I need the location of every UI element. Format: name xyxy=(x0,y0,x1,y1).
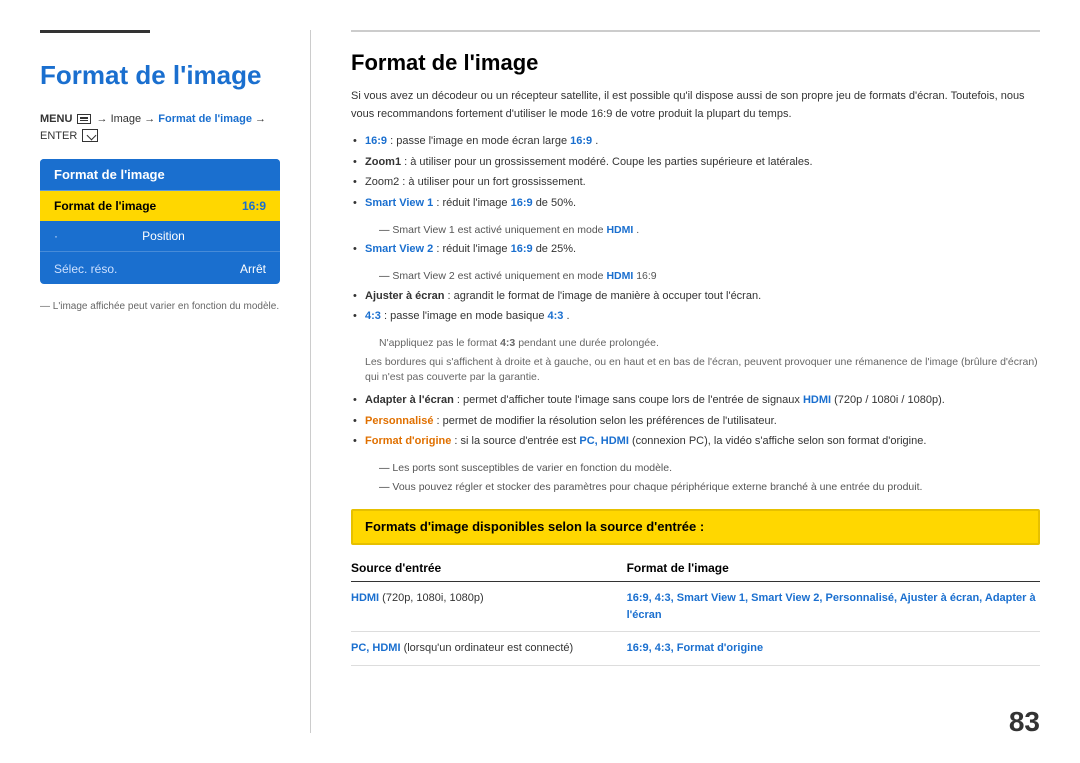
menu-path-highlight: Format de l'image xyxy=(158,113,252,125)
menu-path-menu: MENU xyxy=(40,113,72,125)
bullet-personnalise: Personnalisé : permet de modifier la rés… xyxy=(351,413,1040,431)
bullet-zoom1: Zoom1 : à utiliser pour un grossissement… xyxy=(351,154,1040,172)
tv-menu-item-format-value: 16:9 xyxy=(242,199,266,213)
bullet-ajuster: Ajuster à écran : agrandit le format de … xyxy=(351,288,1040,306)
tv-menu-item-selec[interactable]: Sélec. réso. Arrêt xyxy=(40,251,280,284)
bullet-16-9-label: 16:9 xyxy=(365,135,387,147)
tv-menu-item-position[interactable]: · Position xyxy=(40,221,280,251)
right-title: Format de l'image xyxy=(351,50,1040,76)
table-cell-format-hdmi: 16:9, 4:3, Smart View 1, Smart View 2, P… xyxy=(627,582,1040,632)
table-row: HDMI (720p, 1080i, 1080p) 16:9, 4:3, Sma… xyxy=(351,582,1040,632)
table-col2-header: Format de l'image xyxy=(627,555,1040,582)
table-cell-source-hdmi: HDMI (720p, 1080i, 1080p) xyxy=(351,582,627,632)
tv-menu-title: Format de l'image xyxy=(40,159,280,191)
tv-menu-item-format-label: Format de l'image xyxy=(54,199,156,213)
table-row: PC, HDMI (lorsqu'un ordinateur est conne… xyxy=(351,632,1040,666)
table-col1-header: Source d'entrée xyxy=(351,555,627,582)
section-header: Formats d'image disponibles selon la sou… xyxy=(351,509,1040,545)
sub-note-ports: Les ports sont susceptibles de varier en… xyxy=(351,461,1040,477)
sub-note-smartview1: Smart View 1 est activé uniquement en mo… xyxy=(351,223,1040,239)
warning-4-3: N'appliquez pas le format 4:3 pendant un… xyxy=(351,336,1040,352)
bullet-format-origine: Format d'origine : si la source d'entrée… xyxy=(351,433,1040,451)
formats-table: Source d'entrée Format de l'image HDMI (… xyxy=(351,555,1040,666)
intro-text: Si vous avez un décodeur ou un récepteur… xyxy=(351,88,1040,123)
bullet-16-9: 16:9 : passe l'image en mode écran large… xyxy=(351,133,1040,151)
sub-note-stocker: Vous pouvez régler et stocker des paramè… xyxy=(351,480,1040,496)
bullet-list-3: Ajuster à écran : agrandit le format de … xyxy=(351,288,1040,326)
tv-menu-item-format[interactable]: Format de l'image 16:9 xyxy=(40,191,280,221)
warning-border: Les bordures qui s'affichent à droite et… xyxy=(351,355,1040,387)
right-top-line xyxy=(351,30,1040,32)
bullet-list-4: Adapter à l'écran : permet d'afficher to… xyxy=(351,392,1040,451)
tv-menu-item-position-dot: · xyxy=(54,229,58,243)
tv-menu-item-selec-label: Sélec. réso. xyxy=(54,262,117,276)
left-title: Format de l'image xyxy=(40,60,280,91)
table-cell-source-pc: PC, HDMI (lorsqu'un ordinateur est conne… xyxy=(351,632,627,666)
tv-menu: Format de l'image Format de l'image 16:9… xyxy=(40,159,280,284)
top-decorative-line xyxy=(40,30,150,33)
left-panel: Format de l'image MENU → Image → Format … xyxy=(0,0,310,763)
section-header-text: Formats d'image disponibles selon la sou… xyxy=(365,519,704,534)
tv-menu-item-selec-value: Arrêt xyxy=(240,262,266,276)
footnote: L'image affichée peut varier en fonction… xyxy=(40,299,280,314)
page-number: 83 xyxy=(1009,706,1040,738)
bullet-4-3: 4:3 : passe l'image en mode basique 4:3 … xyxy=(351,308,1040,326)
bullet-smartview1: Smart View 1 : réduit l'image 16:9 de 50… xyxy=(351,195,1040,213)
bullet-smartview2: Smart View 2 : réduit l'image 16:9 de 25… xyxy=(351,241,1040,259)
tv-menu-item-position-label: Position xyxy=(142,229,185,243)
bullet-zoom2: Zoom2 : à utiliser pour un fort grossiss… xyxy=(351,174,1040,192)
menu-path: MENU → Image → Format de l'image → ENTER xyxy=(40,111,280,144)
bullet-list: 16:9 : passe l'image en mode écran large… xyxy=(351,133,1040,212)
right-panel: Format de l'image Si vous avez un décode… xyxy=(311,0,1080,763)
sub-note-smartview2: Smart View 2 est activé uniquement en mo… xyxy=(351,269,1040,285)
menu-icon xyxy=(77,114,91,124)
bullet-adapter: Adapter à l'écran : permet d'afficher to… xyxy=(351,392,1040,410)
table-cell-format-pc: 16:9, 4:3, Format d'origine xyxy=(627,632,1040,666)
bullet-list-2: Smart View 2 : réduit l'image 16:9 de 25… xyxy=(351,241,1040,259)
